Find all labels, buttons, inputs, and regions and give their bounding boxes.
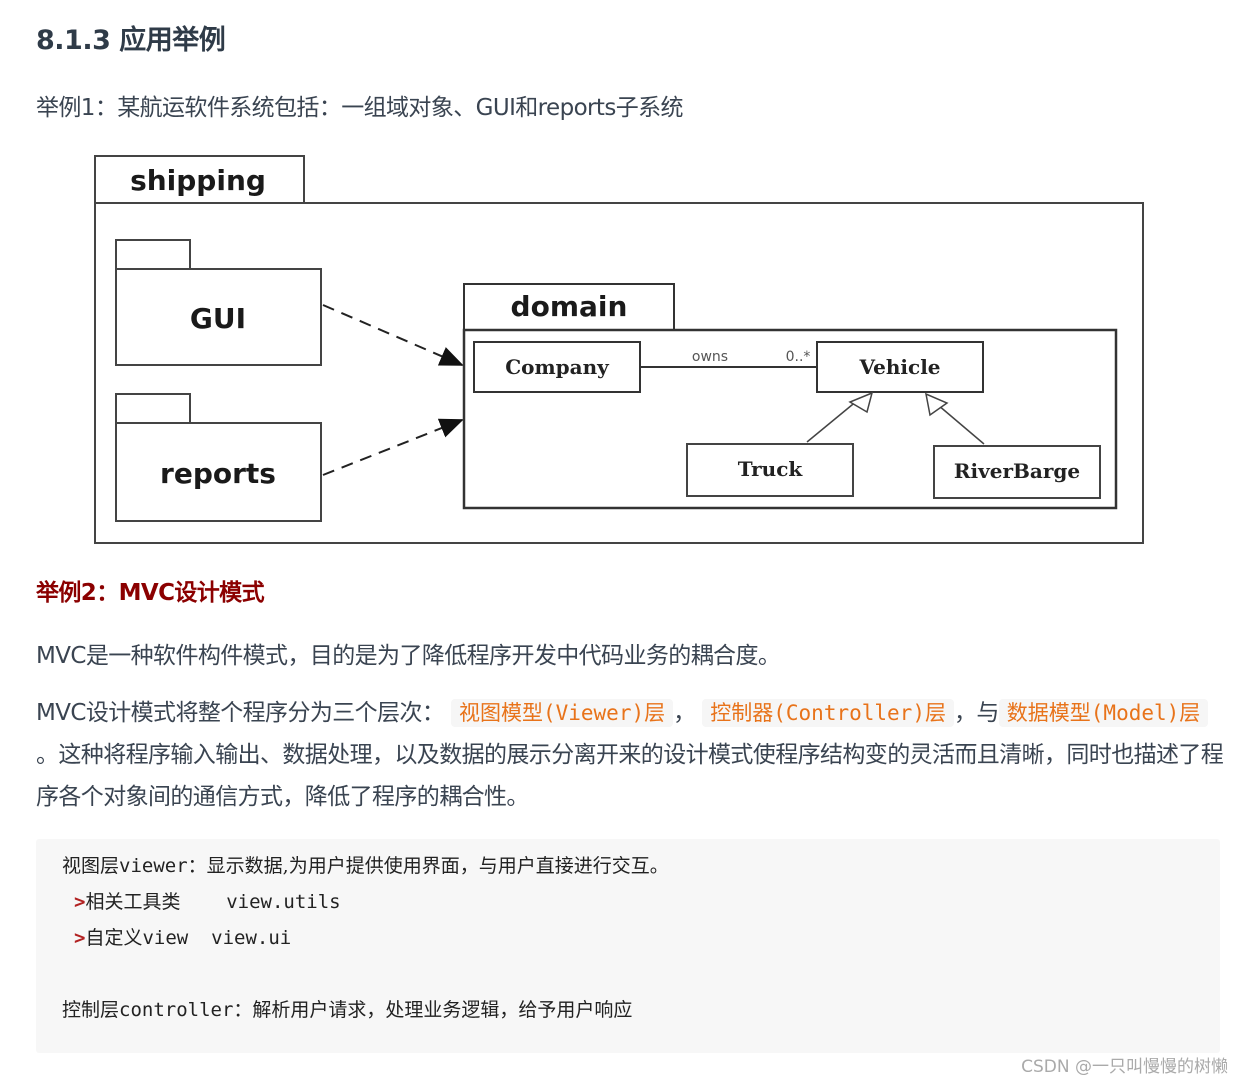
association-label: owns <box>692 349 728 365</box>
code-line-code: viewer <box>119 855 188 877</box>
vehicle-class-label: Vehicle <box>858 355 940 379</box>
code-block: 视图层viewer：显示数据,为用户提供使用界面，与用户直接进行交互。 >相关工… <box>36 839 1220 1053</box>
mvc-desc-suffix: 。这种将程序输入输出、数据处理，以及数据的展示分离开来的设计模式使程序结构变的灵… <box>36 742 1224 810</box>
association-multiplicity: 0..* <box>786 349 811 365</box>
truck-class-label: Truck <box>738 457 804 481</box>
reports-package-label: reports <box>160 457 276 490</box>
code-line-code: view.ui <box>211 927 292 949</box>
code-line-viewer: 视图层viewer：显示数据,为用户提供使用界面，与用户直接进行交互。 <box>62 851 669 878</box>
uml-package-diagram: shipping GUI reports domain Company owns… <box>90 150 1150 550</box>
model-layer-code: 数据模型(Model)层 <box>998 699 1209 727</box>
mvc-desc-prefix: MVC设计模式将整个程序分为三个层次： <box>36 700 445 726</box>
mvc-intro-text: MVC是一种软件构件模式，目的是为了降低程序开发中代码业务的耦合度。 <box>36 643 781 669</box>
company-class: Company <box>473 341 641 393</box>
code-marker: > <box>74 891 86 913</box>
code-line-label: 视图层 <box>62 855 120 877</box>
csdn-watermark: CSDN @一只叫慢慢的树懒 <box>1021 1057 1228 1077</box>
code-line-code: view.utils <box>226 891 341 913</box>
vehicle-class: Vehicle <box>816 341 984 393</box>
code-line-utils: >相关工具类 view.utils <box>74 887 341 914</box>
viewer-layer-code: 视图模型(Viewer)层 <box>450 699 674 727</box>
truck-class: Truck <box>686 443 854 497</box>
riverbarge-class-label: RiverBarge <box>954 459 1080 483</box>
shipping-package-label: shipping <box>130 164 266 197</box>
example1-text: 举例1：某航运软件系统包括：一组域对象、GUI和reports子系统 <box>36 95 684 121</box>
controller-layer-code: 控制器(Controller)层 <box>702 699 954 727</box>
mvc-description: MVC设计模式将整个程序分为三个层次： 视图模型(Viewer)层， 控制器(C… <box>36 692 1226 818</box>
code-line-ui: >自定义view view.ui <box>74 923 291 950</box>
separator: ， <box>673 700 696 726</box>
code-line-label: 相关工具类 <box>85 891 181 913</box>
domain-package-label: domain <box>511 290 628 323</box>
code-line-label: 控制层 <box>62 999 120 1021</box>
code-line-text: ：显示数据,为用户提供使用界面，与用户直接进行交互。 <box>187 855 669 877</box>
section-title: 8.1.3 应用举例 <box>36 25 226 56</box>
separator: ，与 <box>953 700 999 726</box>
riverbarge-class: RiverBarge <box>933 445 1101 499</box>
code-marker: > <box>74 927 86 949</box>
code-line-code: controller <box>119 999 234 1021</box>
company-class-label: Company <box>505 355 610 379</box>
code-line-text: ：解析用户请求，处理业务逻辑，给予用户响应 <box>233 999 633 1021</box>
code-line-inline: view <box>142 927 189 949</box>
code-line-controller: 控制层controller：解析用户请求，处理业务逻辑，给予用户响应 <box>62 995 632 1022</box>
code-line-label: 自定义 <box>85 927 143 949</box>
example2-heading: 举例2：MVC设计模式 <box>36 580 265 606</box>
gui-package-label: GUI <box>190 302 246 335</box>
